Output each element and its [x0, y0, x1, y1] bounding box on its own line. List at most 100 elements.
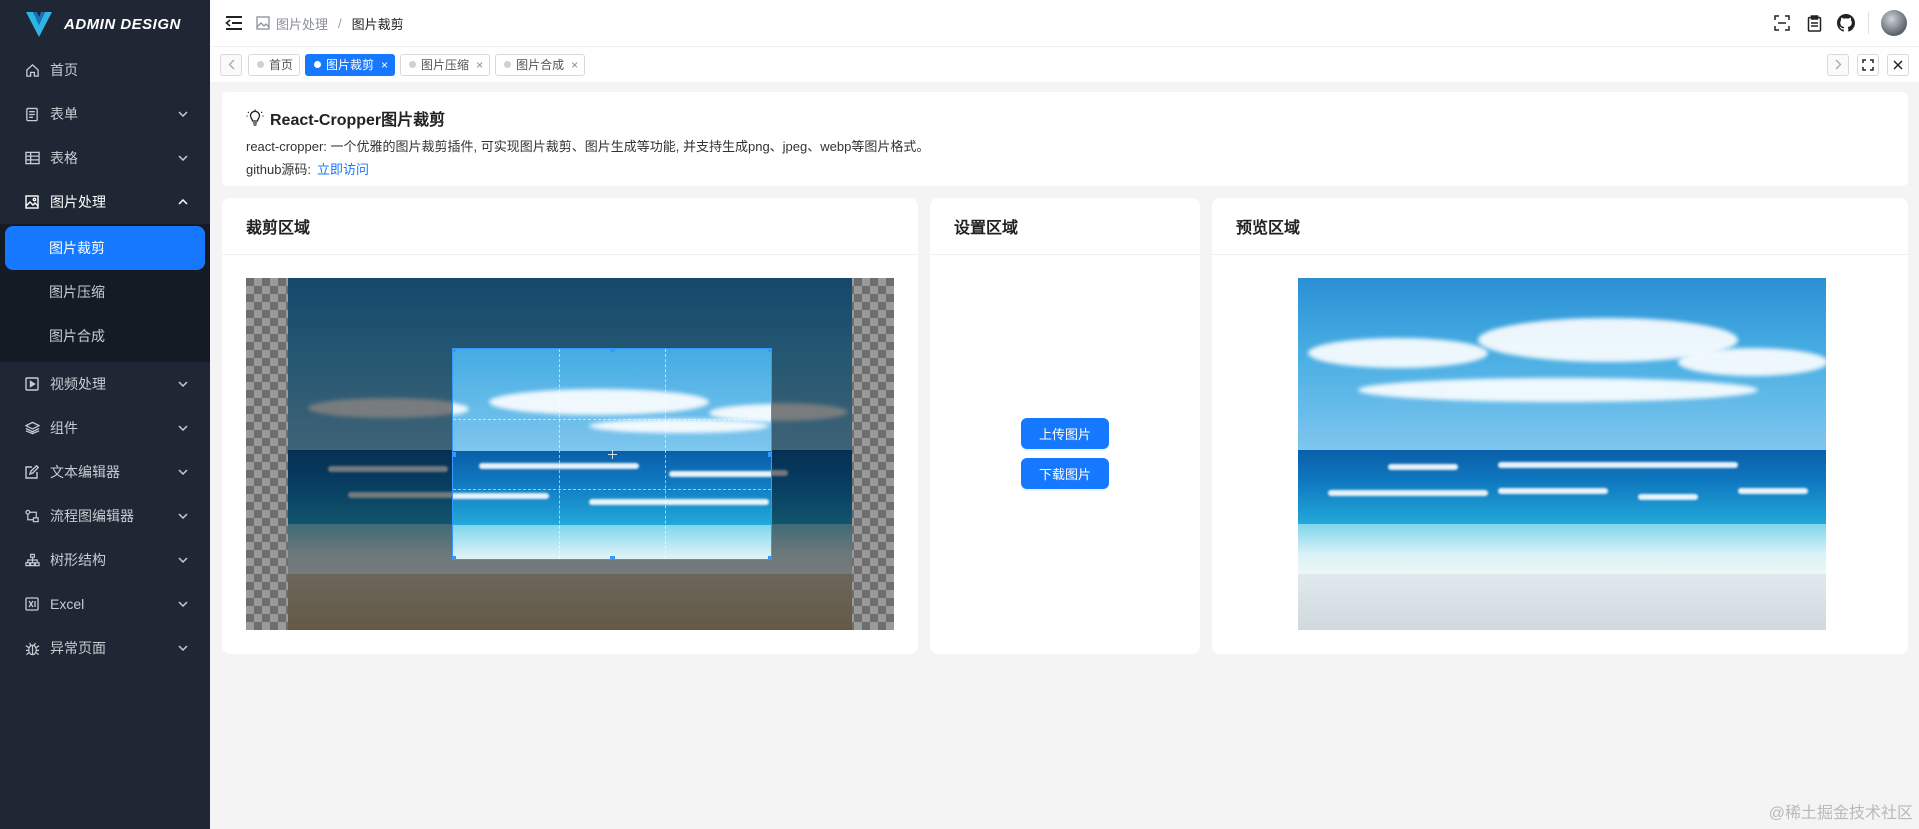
breadcrumb-item[interactable]: 图片处理 [276, 14, 328, 33]
sidebar: ADMIN DESIGN 首页 表单 表格 图片处理 图片裁剪 图片压缩 图片合… [0, 0, 210, 829]
chevron-down-icon [178, 643, 188, 653]
header-actions [1772, 10, 1919, 36]
breadcrumb-separator: / [338, 15, 342, 31]
sidebar-item-flow-editor[interactable]: 流程图编辑器 [0, 494, 210, 538]
tabs-bar: 首页 图片裁剪 × 图片压缩 × 图片合成 × [210, 46, 1919, 82]
crop-handle[interactable] [453, 556, 456, 559]
preview-panel-title: 预览区域 [1212, 198, 1908, 255]
crop-handle[interactable] [453, 452, 456, 457]
layers-icon [24, 420, 40, 436]
edit-icon [24, 464, 40, 480]
scan-icon[interactable] [1772, 13, 1792, 33]
clipboard-icon[interactable] [1804, 13, 1824, 33]
image-icon [24, 194, 40, 210]
tab-dot [409, 61, 417, 68]
upload-image-button[interactable]: 上传图片 [1021, 418, 1109, 449]
logo-icon [26, 12, 52, 37]
sidebar-item-video[interactable]: 视频处理 [0, 362, 210, 406]
menu-fold-button[interactable] [222, 11, 246, 35]
tab-dot [257, 61, 264, 68]
crop-handle[interactable] [453, 349, 456, 352]
sidebar-menu: 首页 表单 表格 图片处理 [0, 48, 210, 224]
sidebar-item-label: 图片处理 [50, 194, 106, 210]
sidebar-item-label: 异常页面 [50, 640, 106, 656]
crop-canvas[interactable] [246, 278, 894, 630]
tab-dot [314, 61, 322, 68]
tab-label: 图片合成 [516, 58, 565, 72]
header-divider [1868, 12, 1869, 34]
sidebar-item-label: 文本编辑器 [50, 464, 120, 480]
info-description: react-cropper: 一个优雅的图片裁剪插件, 可实现图片裁剪、图片生成… [246, 139, 930, 154]
chevron-down-icon [178, 153, 188, 163]
crop-source-image [288, 278, 852, 630]
tabs-list: 首页 图片裁剪 × 图片压缩 × 图片合成 × [248, 53, 586, 76]
sidebar-item-text-editor[interactable]: 文本编辑器 [0, 450, 210, 494]
tabs-actions [1827, 53, 1909, 76]
sidebar-item-image-crop[interactable]: 图片裁剪 [5, 226, 205, 270]
crop-selection[interactable] [452, 348, 772, 560]
close-icon[interactable]: × [476, 58, 483, 72]
crop-handle[interactable] [610, 556, 615, 559]
image-icon [256, 16, 270, 30]
tab-home[interactable]: 首页 [248, 53, 301, 76]
flow-icon [24, 508, 40, 524]
crop-panel: 裁剪区域 [222, 198, 918, 654]
chevron-down-icon [178, 599, 188, 609]
breadcrumb: 图片处理 / 图片裁剪 [256, 14, 404, 33]
tab-label: 首页 [269, 58, 294, 72]
fullscreen-icon [1862, 58, 1874, 71]
crop-handle[interactable] [768, 452, 771, 457]
chevron-down-icon [178, 555, 188, 565]
settings-panel-title: 设置区域 [930, 198, 1200, 255]
sidebar-item-label: 组件 [50, 420, 78, 436]
sidebar-item-label: 树形结构 [50, 552, 106, 568]
github-icon[interactable] [1836, 13, 1856, 33]
app-logo[interactable]: ADMIN DESIGN [0, 0, 210, 48]
tab-label: 图片裁剪 [326, 58, 375, 72]
crop-handle[interactable] [768, 556, 771, 559]
info-source: github源码: 立即访问 [246, 159, 1884, 178]
chevron-right-icon [1835, 59, 1841, 70]
sidebar-item-tree[interactable]: 树形结构 [0, 538, 210, 582]
fullscreen-button[interactable] [1857, 53, 1879, 76]
sidebar-item-excel[interactable]: Excel [0, 582, 210, 626]
sidebar-item-label: 流程图编辑器 [50, 508, 134, 524]
top-header: 图片处理 / 图片裁剪 [210, 0, 1919, 46]
sidebar-item-table[interactable]: 表格 [0, 136, 210, 180]
sidebar-item-image-compress[interactable]: 图片压缩 [5, 270, 205, 314]
sidebar-item-components[interactable]: 组件 [0, 406, 210, 450]
sidebar-item-label: 表格 [50, 150, 78, 166]
crop-handle[interactable] [768, 349, 771, 352]
sidebar-item-label: Excel [50, 596, 85, 612]
sidebar-item-form[interactable]: 表单 [0, 92, 210, 136]
close-icon[interactable]: × [571, 58, 578, 72]
close-icon [1893, 59, 1903, 70]
source-link[interactable]: 立即访问 [317, 162, 369, 177]
close-icon[interactable]: × [381, 58, 388, 72]
crop-handle[interactable] [610, 349, 615, 352]
chevron-down-icon [178, 379, 188, 389]
sidebar-item-error-pages[interactable]: 异常页面 [0, 626, 210, 670]
tabs-scroll-right-button[interactable] [1827, 53, 1849, 76]
chevron-down-icon [178, 511, 188, 521]
sidebar-item-home[interactable]: 首页 [0, 48, 210, 92]
chevron-up-icon [178, 197, 188, 207]
sidebar-item-image[interactable]: 图片处理 [0, 180, 210, 224]
tab-image-compose[interactable]: 图片合成 × [495, 53, 586, 76]
tabs-scroll-left-button[interactable] [220, 53, 242, 76]
info-title-text: React-Cropper图片裁剪 [270, 112, 446, 129]
download-image-button[interactable]: 下载图片 [1021, 458, 1109, 489]
chevron-down-icon [178, 423, 188, 433]
form-icon [24, 106, 40, 122]
close-tab-button[interactable] [1887, 53, 1909, 76]
bug-icon [24, 640, 40, 656]
excel-icon [24, 596, 40, 612]
sidebar-item-label: 表单 [50, 106, 78, 122]
tab-image-compress[interactable]: 图片压缩 × [400, 53, 491, 76]
sidebar-item-image-compose[interactable]: 图片合成 [5, 314, 205, 358]
info-title: React-Cropper图片裁剪 [246, 106, 1884, 130]
avatar[interactable] [1881, 10, 1907, 36]
chevron-left-icon [228, 59, 234, 70]
preview-image [1298, 278, 1826, 630]
tab-image-crop[interactable]: 图片裁剪 × [305, 53, 396, 76]
